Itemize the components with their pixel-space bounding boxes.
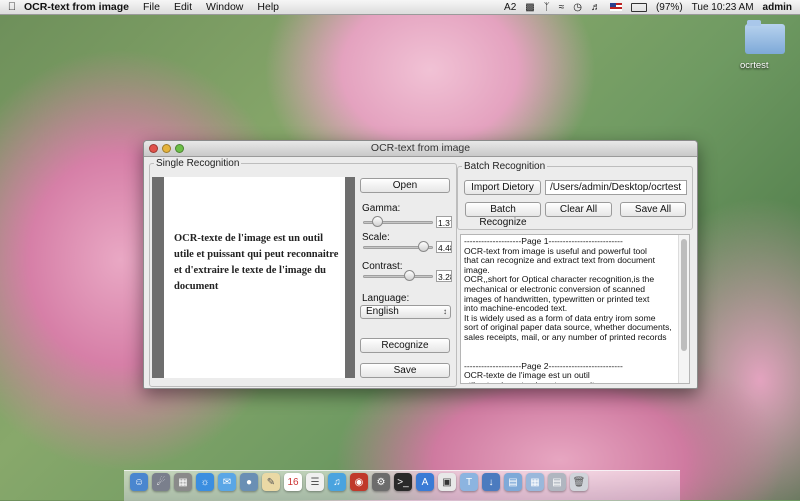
display-icon[interactable]: ▩ [525, 2, 534, 13]
minimize-window-icon[interactable] [162, 144, 171, 153]
menu-help[interactable]: Help [257, 1, 279, 13]
output-line: utile et puissant qui peut reconnaitre [464, 380, 676, 383]
facetime-icon[interactable]: ● [240, 473, 258, 491]
batch-recognize-button[interactable]: Batch Recognize [465, 202, 541, 228]
clear-all-button[interactable]: Clear All [545, 202, 612, 217]
us-flag-icon[interactable] [609, 3, 622, 11]
battery-percent: (97%) [655, 1, 683, 13]
batch-recognition-label: Batch Recognition [462, 161, 548, 172]
scale-slider-knob[interactable] [417, 241, 429, 252]
batch-output-textarea[interactable]: --------------------Page 1--------------… [460, 234, 690, 384]
save-all-button[interactable]: Save All [620, 202, 686, 217]
contrast-slider[interactable] [363, 270, 433, 282]
gamma-label: Gamma: [362, 203, 401, 214]
bluetooth-icon[interactable]: ᛉ [544, 2, 550, 13]
image-preview-text: OCR-texte de l'image est un outil utile … [174, 233, 339, 292]
launchpad-icon[interactable]: ☄ [152, 473, 170, 491]
system-preferences-icon[interactable]: ⚙ [372, 473, 390, 491]
language-select[interactable]: English ↕ [360, 305, 451, 319]
volume-icon[interactable]: ♬ [591, 2, 601, 13]
gamma-slider[interactable] [363, 216, 433, 228]
updown-arrows-icon: ↕ [443, 307, 447, 316]
output-line: that can recognize and extract text from… [464, 255, 656, 266]
preview-icon[interactable]: ▣ [438, 473, 456, 491]
app-store-icon[interactable]: A [416, 473, 434, 491]
menu-file[interactable]: File [143, 1, 160, 13]
recognize-button[interactable]: Recognize [360, 338, 450, 353]
adobe-status-icon[interactable]: A2 [504, 2, 516, 13]
desktop-folder-ocrtest[interactable]: ocrtest [740, 20, 790, 71]
wifi-icon[interactable]: ≈ [559, 2, 565, 13]
output-scrollbar[interactable] [678, 235, 689, 383]
menu-window[interactable]: Window [206, 1, 243, 13]
image-preview: OCR-texte de l'image est un outil utile … [164, 177, 345, 378]
dock: ☺ ☄ ▦ ☼ ✉ ● ✎ 16 ☰ ♫ ◉ ⚙ >_ A ▣ T ↓ ▤ ▦ … [124, 470, 680, 501]
app-menu[interactable]: OCR-text from image [24, 1, 129, 13]
save-button[interactable]: Save [360, 363, 450, 378]
finder-icon[interactable]: ☺ [130, 473, 148, 491]
output-scrollbar-thumb[interactable] [681, 239, 687, 351]
status-area: A2 ▩ ᛉ ≈ ◷ ♬ (97%) Tue 10:23 AM admin [504, 2, 800, 13]
stack-icon[interactable]: ▤ [548, 473, 566, 491]
close-window-icon[interactable] [149, 144, 158, 153]
battery-icon[interactable] [630, 2, 647, 12]
terminal-icon[interactable]: >_ [394, 473, 412, 491]
output-line: sales receipts, mail, or any number of p… [464, 331, 667, 342]
image-preview-panel: OCR-texte de l'image est un outil utile … [152, 177, 355, 378]
calendar-day: 16 [287, 476, 299, 488]
window-title: OCR-text from image [370, 142, 471, 154]
adobe-count: 2 [510, 1, 517, 13]
scale-value[interactable]: 4.48 [436, 241, 452, 253]
time-machine-icon[interactable]: ◷ [573, 2, 582, 13]
title-bar[interactable]: OCR-text from image [144, 141, 697, 157]
applications-stack-icon[interactable]: ▦ [526, 473, 544, 491]
gamma-slider-knob[interactable] [372, 216, 383, 227]
language-label: Language: [362, 293, 410, 304]
photo-booth-icon[interactable]: ◉ [350, 473, 368, 491]
scale-slider[interactable] [363, 241, 433, 253]
contrast-value[interactable]: 3.28 [436, 270, 452, 282]
downloads-stack-icon[interactable]: ↓ [482, 473, 500, 491]
zoom-window-icon[interactable] [175, 144, 184, 153]
open-button[interactable]: Open [360, 178, 450, 193]
documents-stack-icon[interactable]: ▤ [504, 473, 522, 491]
calendar-icon[interactable]: 16 [284, 473, 302, 491]
desktop-folder-label: ocrtest [740, 60, 769, 71]
single-recognition-label: Single Recognition [154, 158, 242, 169]
batch-output-text: --------------------Page 1--------------… [464, 236, 676, 383]
clock[interactable]: Tue 10:23 AM [692, 2, 754, 13]
ocr-app-icon[interactable]: T [460, 473, 478, 491]
trash-icon[interactable]: 🗑 [570, 473, 588, 491]
messages-icon[interactable]: ✉ [218, 473, 236, 491]
mission-control-icon[interactable]: ▦ [174, 473, 192, 491]
notes-icon[interactable]: ✎ [262, 473, 280, 491]
language-select-value: English [366, 306, 399, 317]
import-directory-button[interactable]: Import Dietory [464, 180, 541, 195]
directory-path-field[interactable]: /Users/admin/Desktop/ocrtest [545, 180, 687, 195]
safari-icon[interactable]: ☼ [196, 473, 214, 491]
menu-edit[interactable]: Edit [174, 1, 192, 13]
user-menu[interactable]: admin [763, 2, 792, 13]
contrast-slider-knob[interactable] [403, 270, 415, 281]
apple-menu-icon[interactable]:  [0, 1, 24, 13]
folder-icon [745, 20, 785, 54]
app-window: OCR-text from image Single Recognition O… [143, 140, 698, 389]
itunes-icon[interactable]: ♫ [328, 473, 346, 491]
gamma-value[interactable]: 1.37 [436, 216, 452, 228]
menu-bar:  OCR-text from image File Edit Window H… [0, 0, 800, 15]
reminders-icon[interactable]: ☰ [306, 473, 324, 491]
